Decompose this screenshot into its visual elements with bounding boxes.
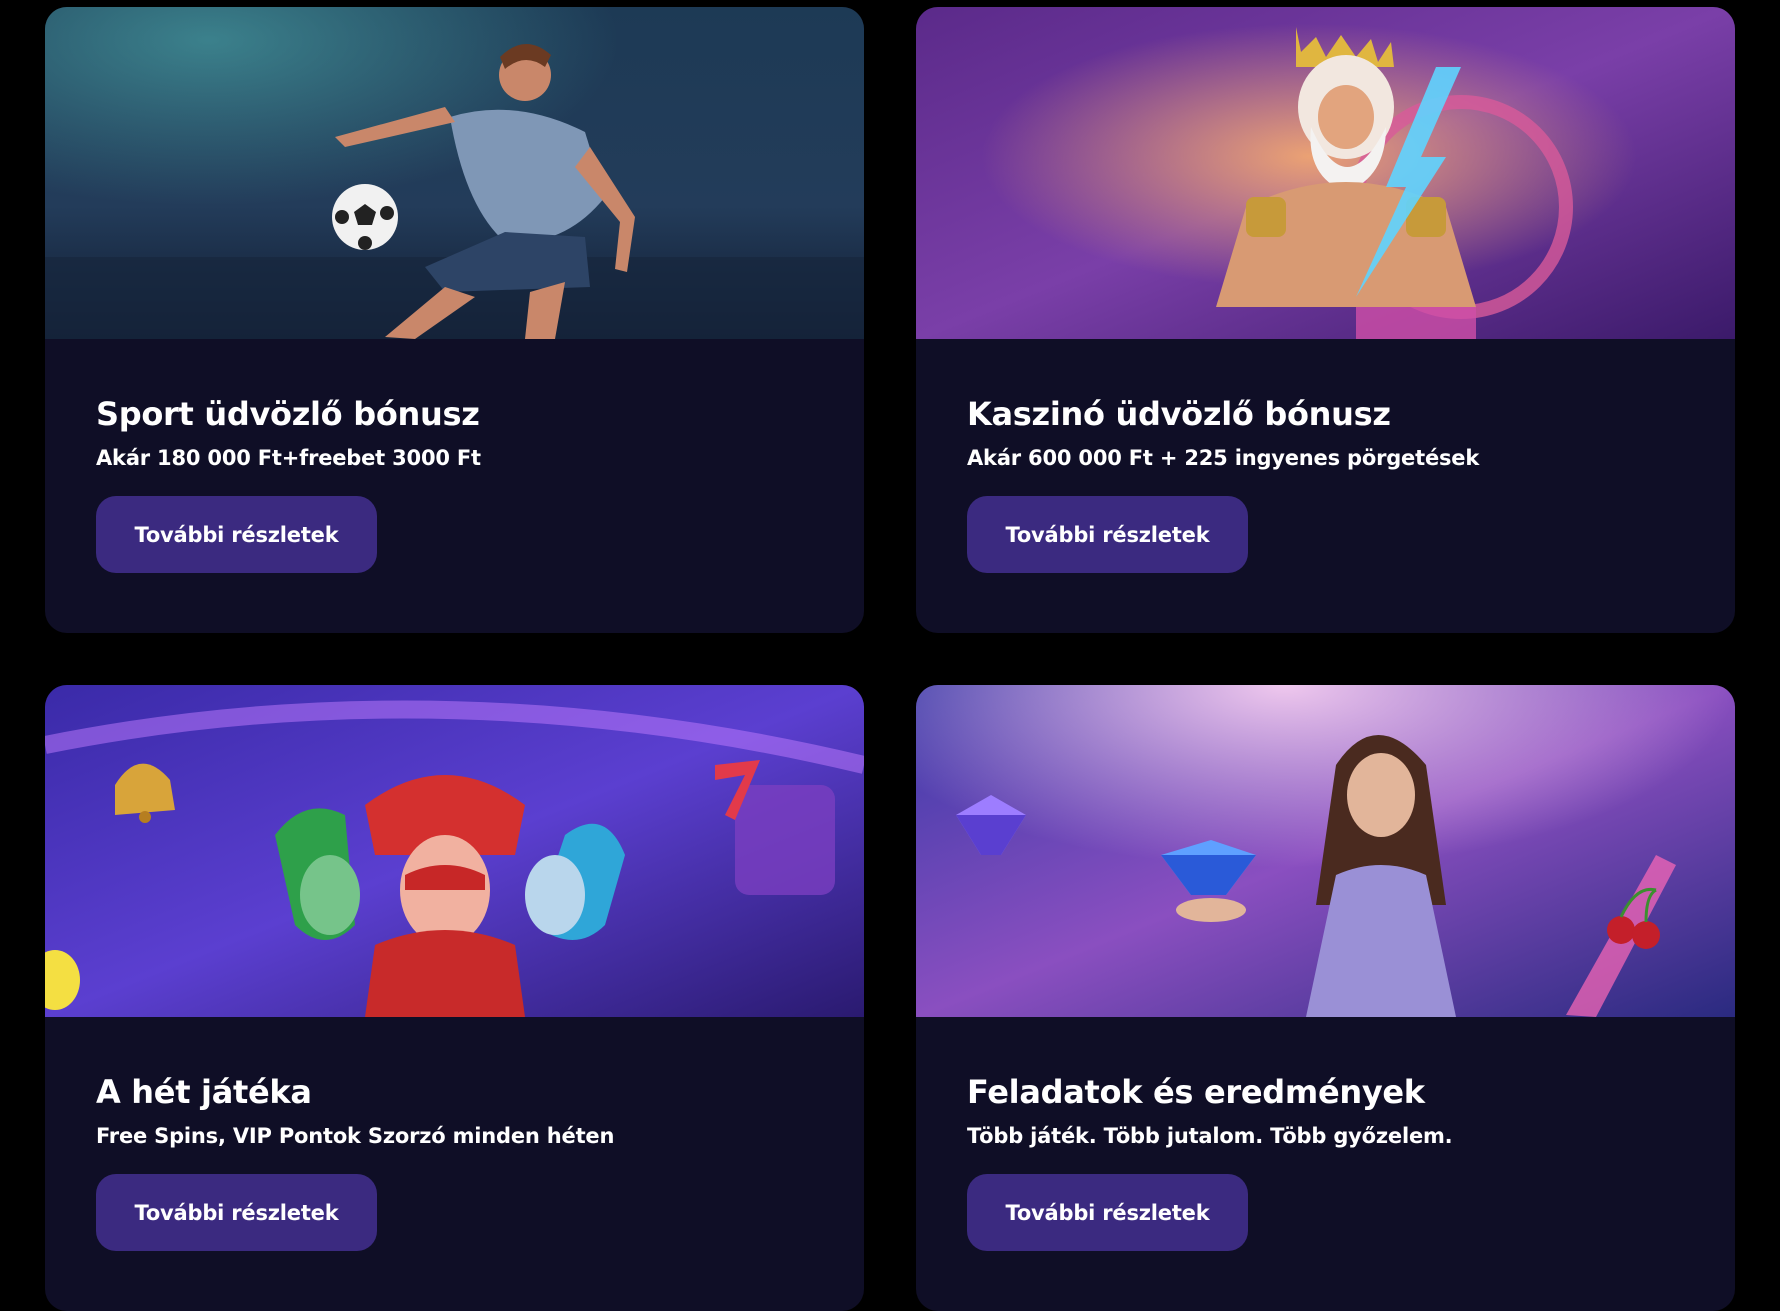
game-of-week-banner-image: [45, 685, 864, 1017]
details-button[interactable]: További részletek: [96, 496, 377, 573]
card-title: Kaszinó üdvözlő bónusz: [967, 395, 1391, 433]
quests-banner-image: [916, 685, 1735, 1017]
card-subtitle: Akár 180 000 Ft+freebet 3000 Ft: [96, 446, 481, 470]
promo-card-sport: Sport üdvözlő bónusz Akár 180 000 Ft+fre…: [45, 7, 864, 633]
sport-banner-image: [45, 7, 864, 339]
card-subtitle: Free Spins, VIP Pontok Szorzó minden hét…: [96, 1124, 615, 1148]
card-subtitle: Akár 600 000 Ft + 225 ingyenes pörgetése…: [967, 446, 1480, 470]
card-subtitle: Több játék. Több jutalom. Több győzelem.: [967, 1124, 1453, 1148]
casino-banner-image: [916, 7, 1735, 339]
promo-card-quests: Feladatok és eredmények Több játék. Több…: [916, 685, 1735, 1311]
promo-card-game-of-week: A hét játéka Free Spins, VIP Pontok Szor…: [45, 685, 864, 1311]
details-button[interactable]: További részletek: [967, 496, 1248, 573]
card-title: Feladatok és eredmények: [967, 1073, 1425, 1111]
details-button[interactable]: További részletek: [967, 1174, 1248, 1251]
soccer-ball: [332, 184, 398, 250]
promotions-grid: Sport üdvözlő bónusz Akár 180 000 Ft+fre…: [45, 7, 1735, 1311]
card-title: A hét játéka: [96, 1073, 312, 1111]
card-title: Sport üdvözlő bónusz: [96, 395, 480, 433]
details-button[interactable]: További részletek: [96, 1174, 377, 1251]
promo-card-casino: Kaszinó üdvözlő bónusz Akár 600 000 Ft +…: [916, 7, 1735, 633]
